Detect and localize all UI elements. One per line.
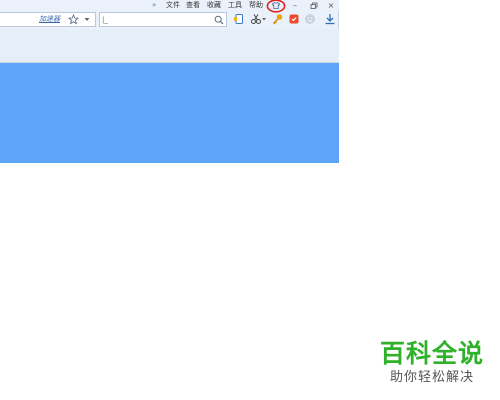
close-button[interactable]: ×	[326, 0, 336, 11]
tab-strip	[0, 29, 339, 63]
menu-view[interactable]: 查看	[186, 0, 200, 11]
accelerator-link[interactable]: 加速器	[39, 13, 60, 26]
search-box[interactable]	[99, 12, 227, 27]
tablet-icon[interactable]	[233, 13, 245, 25]
restore-button[interactable]	[309, 0, 319, 11]
watermark-title: 百科全说	[379, 339, 484, 368]
menu-help[interactable]: 帮助	[249, 0, 263, 11]
menu-tools[interactable]: 工具	[228, 0, 242, 11]
restore-icon	[310, 2, 318, 9]
title-bar: » 文件 查看 收藏 工具 帮助 – ×	[0, 0, 339, 13]
key-icon[interactable]	[272, 13, 284, 25]
minimize-button[interactable]: –	[290, 0, 300, 11]
menu-more-button[interactable]: »	[152, 0, 156, 11]
toolbar: 加速器	[0, 11, 339, 29]
search-icon[interactable]	[214, 15, 224, 25]
download-icon[interactable]	[324, 13, 336, 25]
smiley-icon[interactable]	[304, 13, 316, 25]
menu-favorites[interactable]: 收藏	[207, 0, 221, 11]
search-input[interactable]	[102, 14, 210, 25]
shield-icon[interactable]	[288, 13, 300, 25]
chevron-down-icon[interactable]	[84, 17, 90, 22]
star-icon[interactable]	[68, 14, 79, 25]
watermark-logo: 百科全说 助你轻松解决	[376, 339, 488, 393]
scissors-dropdown-icon[interactable]	[261, 13, 267, 25]
address-bar[interactable]: 加速器	[0, 12, 96, 27]
page-content	[0, 63, 339, 163]
watermark-subtitle: 助你轻松解决	[389, 370, 474, 385]
menu-file[interactable]: 文件	[166, 0, 180, 11]
browser-window: » 文件 查看 收藏 工具 帮助 – × 加速器	[0, 0, 339, 163]
